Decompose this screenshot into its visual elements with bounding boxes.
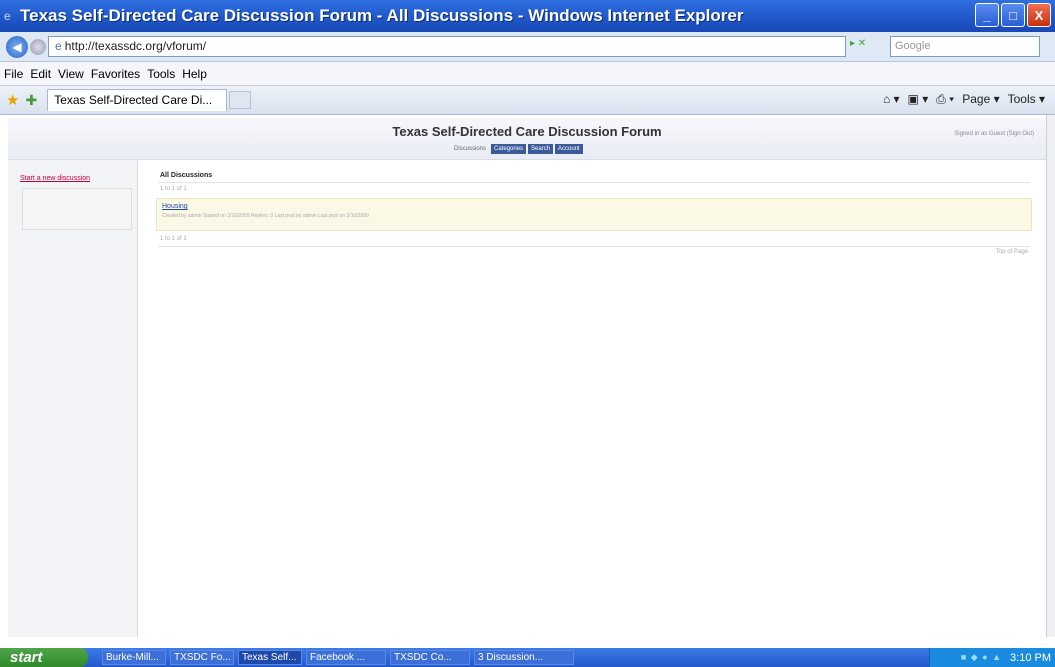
sidebar-info-box [22, 188, 132, 230]
refresh-icon[interactable]: ▸ ✕ [850, 38, 866, 49]
menu-bar: File Edit View Favorites Tools Help [0, 62, 1055, 86]
menu-edit[interactable]: Edit [30, 67, 51, 81]
minimize-button[interactable]: _ [975, 3, 999, 27]
url-text: http://texassdc.org/vforum/ [64, 39, 207, 53]
forum-header: Texas Self-Directed Care Discussion Foru… [8, 118, 1046, 160]
taskbar-item[interactable]: Burke-Mill... [102, 650, 166, 665]
forward-button[interactable] [30, 38, 46, 55]
menu-view[interactable]: View [58, 67, 84, 81]
page-info-bottom: 1 to 1 of 1 [160, 236, 187, 242]
page-info-top: 1 to 1 of 1 [160, 186, 187, 192]
list-item: Housing Created by admin Started on 3/10… [156, 198, 1032, 231]
page-menu[interactable]: Page ▾ [962, 92, 999, 107]
discussion-meta: Created by admin Started on 3/10/2009 Re… [162, 213, 369, 219]
url-input[interactable]: e http://texassdc.org/vforum/ [48, 36, 846, 57]
nav-search-button[interactable]: Search [528, 144, 554, 154]
start-button[interactable]: start [0, 648, 88, 667]
taskbar-items: Burke-Mill... TXSDC Fo... Texas Self... … [102, 650, 574, 665]
nav-discussions[interactable]: Discussions [454, 146, 486, 152]
favorites-star-icon[interactable]: ★ [6, 91, 19, 109]
close-button[interactable]: X [1027, 3, 1051, 27]
taskbar-item[interactable]: Texas Self... [238, 650, 302, 665]
maximize-button[interactable]: □ [1001, 3, 1025, 27]
new-tab-button[interactable] [229, 91, 252, 109]
menu-tools[interactable]: Tools [147, 67, 175, 81]
add-favorites-icon[interactable]: ✚ [25, 92, 37, 109]
tray-icons[interactable]: ■ ◆ ● ▲ [961, 652, 1002, 663]
home-icon[interactable]: ⌂ ▾ [883, 92, 900, 107]
nav-account-button[interactable]: Account [555, 144, 583, 154]
forum-sidebar: Start a new discussion [8, 160, 138, 637]
search-input[interactable]: Google [890, 36, 1040, 57]
taskbar: start Burke-Mill... TXSDC Fo... Texas Se… [0, 648, 1055, 667]
window-title: Texas Self-Directed Care Discussion Foru… [20, 6, 744, 25]
tools-menu[interactable]: Tools ▾ [1008, 92, 1045, 107]
start-discussion-link[interactable]: Start a new discussion [20, 175, 90, 182]
window-titlebar: e Texas Self-Directed Care Discussion Fo… [0, 0, 1055, 32]
divider [158, 182, 1030, 183]
taskbar-item[interactable]: TXSDC Fo... [170, 650, 234, 665]
address-bar: ◀ e http://texassdc.org/vforum/ ▸ ✕ Googl… [0, 32, 1055, 62]
page-content: Texas Self-Directed Care Discussion Foru… [0, 115, 1046, 637]
menu-file[interactable]: File [4, 67, 23, 81]
forum-title: Texas Self-Directed Care Discussion Foru… [392, 124, 662, 139]
forum-nav: Discussions Categories Search Account [454, 144, 583, 154]
vertical-scrollbar[interactable] [1046, 115, 1055, 637]
menu-favorites[interactable]: Favorites [91, 67, 140, 81]
discussion-title-link[interactable]: Housing [162, 203, 188, 210]
feeds-icon[interactable]: ▣ ▾ [908, 92, 929, 107]
all-discussions-heading: All Discussions [160, 172, 213, 179]
ie-logo-icon: e [4, 9, 11, 23]
signin-text[interactable]: Signed in as Guest (Sign Out) [954, 131, 1034, 137]
divider [158, 246, 1030, 247]
tab-texas-forum[interactable]: Texas Self-Directed Care Di... [47, 89, 228, 111]
taskbar-item[interactable]: 3 Discussion... [474, 650, 574, 665]
window-controls: _ □ X [975, 3, 1051, 27]
top-of-page-link[interactable]: Top of Page [996, 249, 1028, 255]
clock: 3:10 PM [1010, 651, 1051, 664]
page-icon: e [55, 39, 62, 53]
back-button[interactable]: ◀ [6, 35, 28, 58]
menu-help[interactable]: Help [182, 67, 207, 81]
system-tray: ■ ◆ ● ▲ 3:10 PM [929, 648, 1055, 667]
nav-categories-button[interactable]: Categories [491, 144, 527, 154]
command-bar: ⌂ ▾ ▣ ▾ ⎙ ▾ Page ▾ Tools ▾ [883, 92, 1045, 107]
taskbar-item[interactable]: TXSDC Co... [390, 650, 470, 665]
print-icon[interactable]: ⎙ ▾ [936, 92, 954, 107]
taskbar-item[interactable]: Facebook ... [306, 650, 386, 665]
